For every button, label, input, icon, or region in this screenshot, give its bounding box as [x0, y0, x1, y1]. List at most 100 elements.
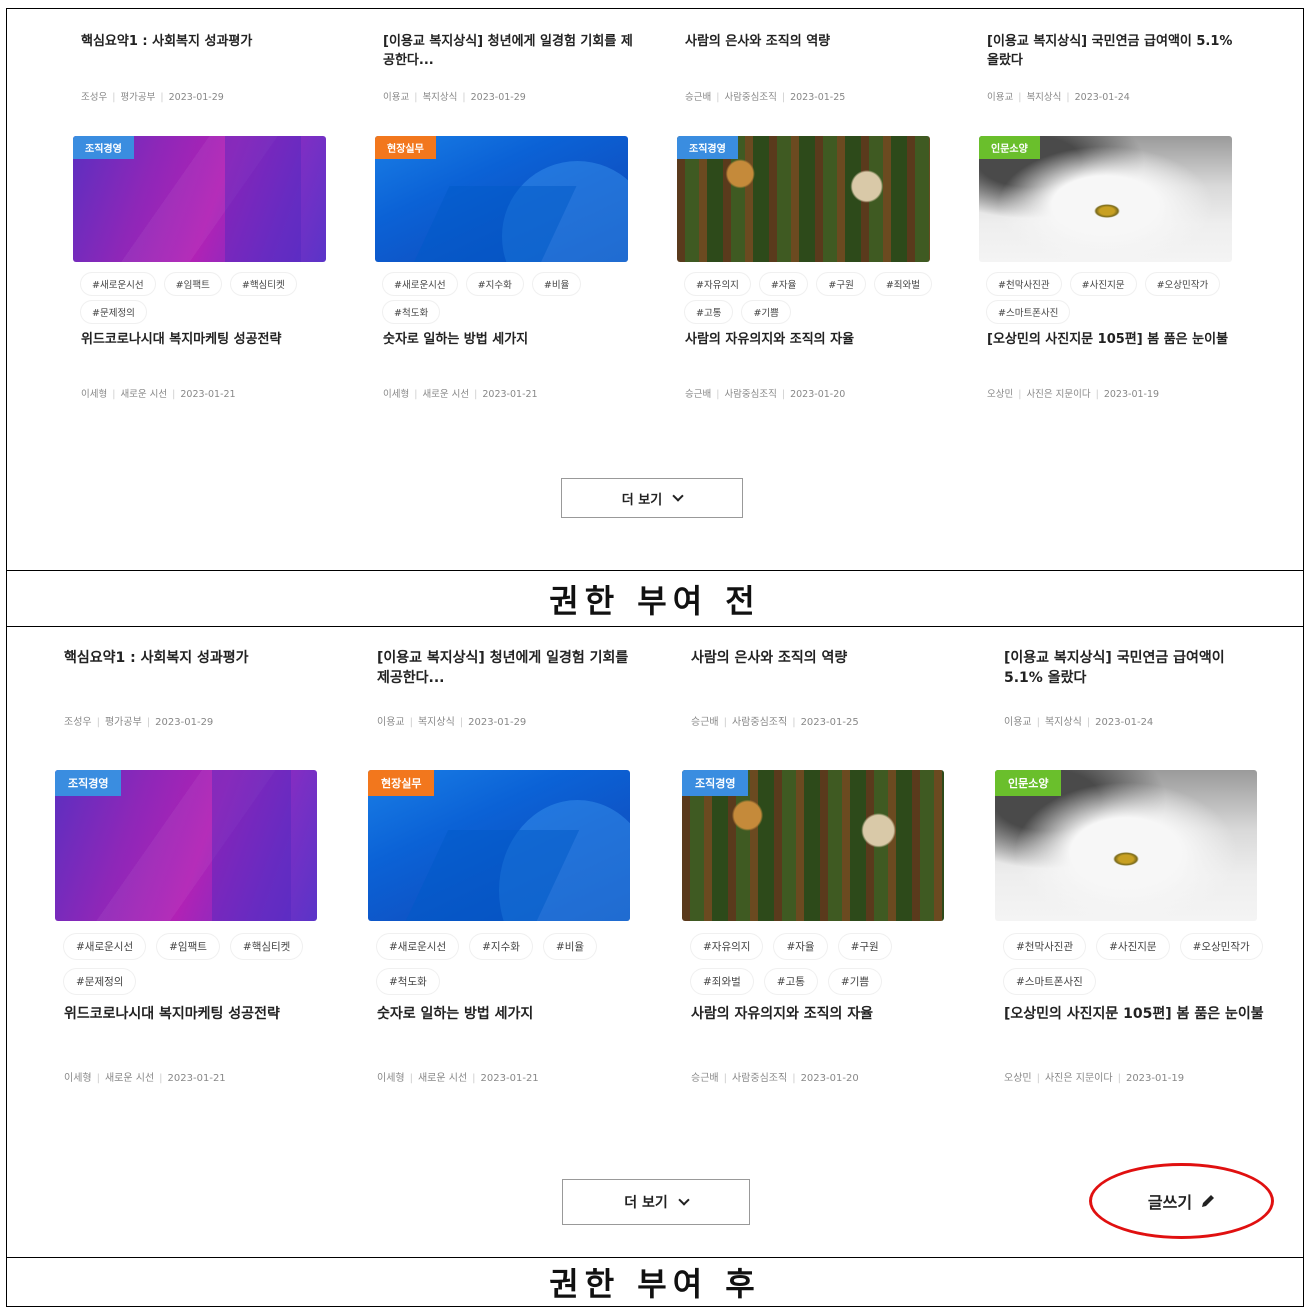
post-thumbnail[interactable]: 조직경영 [55, 770, 317, 921]
hashtag[interactable]: #자유의지 [691, 934, 763, 959]
post-item[interactable]: [오상민의 사진지문 105편] 봄 품은 눈이불 [1004, 1004, 1266, 1024]
hashtag[interactable]: #자율 [759, 273, 808, 295]
hashtag[interactable]: #스마트폰사진 [1004, 969, 1095, 994]
write-button[interactable]: 글쓰기 [1117, 1183, 1247, 1219]
post-title[interactable]: [오상민의 사진지문 105편] 봄 품은 눈이불 [1004, 1004, 1266, 1024]
post-title[interactable]: [이용교 복지상식] 청년에게 일경험 기회를 제공한다... [377, 648, 639, 689]
hashtag[interactable]: #오상민작가 [1145, 273, 1220, 295]
post-category: 복지상식 [417, 717, 455, 728]
hashtag[interactable]: #오상민작가 [1180, 934, 1262, 959]
hashtag[interactable]: #기쁨 [742, 301, 790, 323]
post-meta: 승근배 | 사람중심조직 | 2023-01-20 [691, 1073, 859, 1084]
hashtag[interactable]: #사진지문 [1097, 934, 1169, 959]
hashtag[interactable]: #새로운시선 [383, 273, 457, 295]
hashtag[interactable]: #임팩트 [164, 273, 221, 295]
hashtag[interactable]: #핵심티켓 [230, 934, 303, 959]
post-author: 이세형 [81, 389, 108, 400]
post-item[interactable]: [이용교 복지상식] 국민연금 급여액이 5.1% 올랐다 [1004, 648, 1266, 689]
hashtag[interactable]: #새로운시선 [81, 273, 155, 295]
post-item[interactable]: 사람의 은사와 조직의 역량 [685, 33, 935, 52]
hashtag[interactable]: #죄와벌 [874, 273, 932, 295]
post-category: 사진은 지문이다 [1026, 389, 1091, 400]
hashtag[interactable]: #기쁨 [828, 969, 882, 994]
post-title[interactable]: 사람의 은사와 조직의 역량 [685, 33, 935, 52]
post-item[interactable]: 사람의 자유의지와 조직의 자율 [691, 1004, 953, 1024]
post-title[interactable]: 사람의 자유의지와 조직의 자율 [691, 1004, 953, 1024]
moth-image [1113, 852, 1139, 866]
post-title[interactable]: 핵심요약1 : 사회복지 성과평가 [64, 648, 326, 668]
post-title[interactable]: [오상민의 사진지문 105편] 봄 품은 눈이불 [987, 331, 1237, 350]
hashtag[interactable]: #고통 [685, 301, 733, 323]
post-title[interactable]: [이용교 복지상식] 국민연금 급여액이 5.1% 올랐다 [1004, 648, 1266, 689]
post-category: 사람중심조직 [724, 389, 777, 400]
post-title[interactable]: 위드코로나시대 복지마케팅 성공전략 [64, 1004, 326, 1024]
post-author: 이용교 [383, 92, 410, 103]
hashtag[interactable]: #새로운시선 [377, 934, 459, 959]
hashtag[interactable]: #지수화 [470, 934, 532, 959]
post-date: 2023-01-29 [470, 92, 526, 103]
post-title[interactable]: 핵심요약1 : 사회복지 성과평가 [81, 33, 331, 52]
hashtag[interactable]: #사진지문 [1070, 273, 1136, 295]
more-button[interactable]: 더 보기 [561, 478, 743, 518]
post-item[interactable]: 핵심요약1 : 사회복지 성과평가 [64, 648, 326, 668]
post-title[interactable]: 사람의 은사와 조직의 역량 [691, 648, 953, 668]
post-item[interactable]: 숫자로 일하는 방법 세가지 [377, 1004, 639, 1024]
hashtag[interactable]: #구원 [817, 273, 865, 295]
hashtag[interactable]: #임팩트 [157, 934, 219, 959]
post-category: 사진은 지문이다 [1044, 1073, 1113, 1084]
post-title[interactable]: 위드코로나시대 복지마케팅 성공전략 [81, 331, 331, 350]
post-item[interactable]: [이용교 복지상식] 청년에게 일경험 기회를 제공한다... [377, 648, 639, 689]
post-thumbnail[interactable]: 인문소양 [995, 770, 1257, 921]
hashtag[interactable]: #구원 [838, 934, 891, 959]
post-thumbnail[interactable]: 조직경영 [677, 136, 930, 262]
post-meta: 이용교 | 복지상식 | 2023-01-29 [383, 92, 526, 103]
hashtag[interactable]: #고통 [764, 969, 817, 994]
hashtag[interactable]: #척도화 [383, 301, 440, 323]
post-title[interactable]: [이용교 복지상식] 국민연금 급여액이 5.1% 올랐다 [987, 33, 1237, 71]
hashtag[interactable]: #죄와벌 [691, 969, 753, 994]
post-item[interactable]: 숫자로 일하는 방법 세가지 [383, 331, 633, 350]
post-item[interactable]: 핵심요약1 : 사회복지 성과평가 [81, 33, 331, 52]
tag-list: #천막사진관 #사진지문 #오상민작가 #스마트폰사진 [987, 273, 1237, 323]
hashtag[interactable]: #자유의지 [685, 273, 750, 295]
post-date: 2023-01-21 [482, 389, 538, 400]
hashtag[interactable]: #스마트폰사진 [987, 301, 1070, 323]
more-button[interactable]: 더 보기 [562, 1179, 750, 1225]
post-thumbnail[interactable]: 현장실무 [368, 770, 630, 921]
post-thumbnail[interactable]: 조직경영 [73, 136, 326, 262]
post-item[interactable]: 위드코로나시대 복지마케팅 성공전략 [64, 1004, 326, 1024]
hashtag[interactable]: #천막사진관 [987, 273, 1061, 295]
post-thumbnail[interactable]: 인문소양 [979, 136, 1232, 262]
post-category: 새로운 시선 [104, 1073, 155, 1084]
hashtag[interactable]: #지수화 [466, 273, 523, 295]
hashtag[interactable]: #비율 [543, 934, 597, 959]
hashtag[interactable]: #척도화 [377, 969, 439, 994]
post-item[interactable]: [이용교 복지상식] 국민연금 급여액이 5.1% 올랐다 [987, 33, 1237, 71]
post-item[interactable]: 사람의 은사와 조직의 역량 [691, 648, 953, 668]
tag-list: #자유의지 #자율 #구원 #죄와벌 #고통 #기쁨 [685, 273, 935, 323]
hashtag[interactable]: #문제정의 [81, 301, 146, 323]
post-meta: 조성우 | 평가공부 | 2023-01-29 [64, 717, 214, 728]
post-item[interactable]: 사람의 자유의지와 조직의 자율 [685, 331, 935, 350]
hashtag[interactable]: #비율 [532, 273, 581, 295]
post-title[interactable]: 숫자로 일하는 방법 세가지 [377, 1004, 639, 1024]
post-thumbnail[interactable]: 현장실무 [375, 136, 628, 262]
post-date: 2023-01-29 [155, 717, 214, 728]
hashtag[interactable]: #새로운시선 [64, 934, 146, 959]
post-title[interactable]: [이용교 복지상식] 청년에게 일경험 기회를 제공한다... [383, 33, 633, 71]
post-title[interactable]: 숫자로 일하는 방법 세가지 [383, 331, 633, 350]
post-title[interactable]: 사람의 자유의지와 조직의 자율 [685, 331, 935, 350]
hashtag[interactable]: #천막사진관 [1004, 934, 1086, 959]
moth-image [1094, 204, 1120, 218]
post-author: 이세형 [377, 1073, 405, 1084]
post-item[interactable]: 위드코로나시대 복지마케팅 성공전략 [81, 331, 331, 350]
post-item[interactable]: [이용교 복지상식] 청년에게 일경험 기회를 제공한다... [383, 33, 633, 71]
hashtag[interactable]: #문제정의 [64, 969, 136, 994]
post-category: 새로운 시선 [422, 389, 470, 400]
post-item[interactable]: [오상민의 사진지문 105편] 봄 품은 눈이불 [987, 331, 1237, 350]
category-badge: 조직경영 [682, 770, 749, 796]
post-category: 사람중심조직 [731, 1073, 788, 1084]
hashtag[interactable]: #자율 [774, 934, 827, 959]
hashtag[interactable]: #핵심티켓 [230, 273, 296, 295]
post-thumbnail[interactable]: 조직경영 [682, 770, 944, 921]
